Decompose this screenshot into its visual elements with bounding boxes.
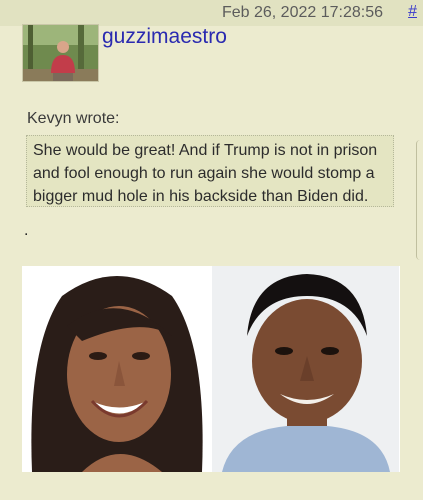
quote-block: She would be great! And if Trump is not …: [26, 135, 394, 207]
permalink-link[interactable]: #: [408, 3, 417, 21]
post-body-text: .: [24, 222, 29, 239]
avatar-photo: [23, 25, 98, 81]
photo-left: [22, 266, 209, 472]
scroll-edge: [416, 140, 423, 260]
post-timestamp: Feb 26, 2022 17:28:56: [221, 4, 383, 21]
username-link[interactable]: guzzimaestro: [102, 25, 227, 49]
post-header-bar: Feb 26, 2022 17:28:56 #: [0, 0, 423, 26]
avatar[interactable]: [22, 24, 99, 82]
post-image[interactable]: [22, 266, 400, 472]
quote-attribution: Kevyn wrote:: [27, 110, 120, 127]
photo-right: [212, 266, 399, 472]
